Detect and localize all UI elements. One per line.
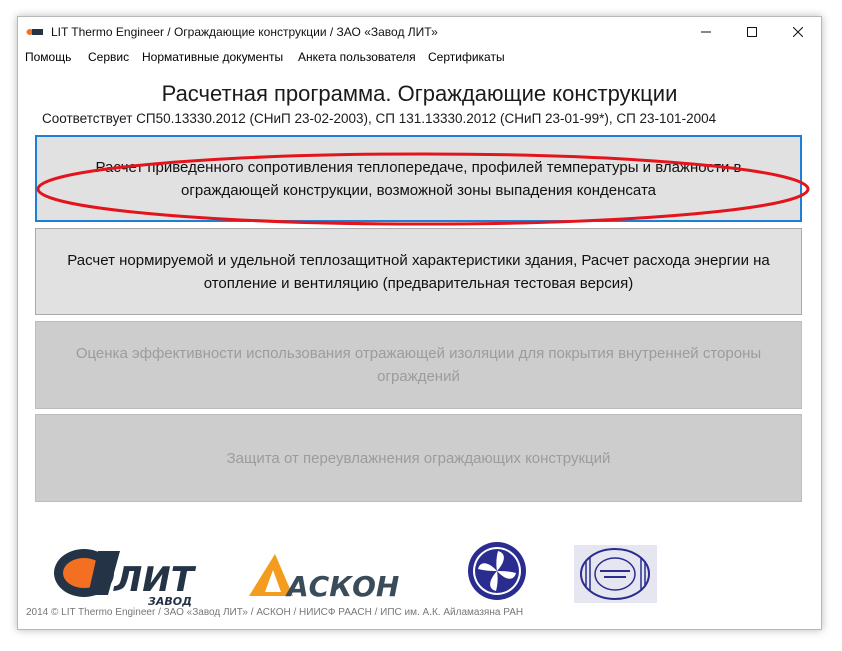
option-moisture-protection-button[interactable]: Защита от переувлажнения ограждающих кон… [35,414,802,502]
menu-user-survey[interactable]: Анкета пользователя [298,50,416,64]
option-label: Защита от переувлажнения ограждающих кон… [226,449,611,467]
close-icon [793,27,803,37]
page-title: Расчетная программа. Ограждающие констру… [161,81,678,106]
option-label: Оценка эффективности использования отраж… [75,345,762,385]
menu-bar: Помощь Сервис Нормативные документы Анке… [18,47,821,67]
title-bar[interactable]: LIT Thermo Engineer / Ограждающие констр… [18,17,821,47]
lit-logo-text: ЛИТ [113,560,197,600]
menu-certificates[interactable]: Сертификаты [428,50,505,64]
close-button[interactable] [775,17,821,47]
menu-service[interactable]: Сервис [88,50,129,64]
option-building-characteristics-button[interactable]: Расчет нормируемой и удельной теплозащит… [35,228,802,315]
window-title: LIT Thermo Engineer / Ограждающие констр… [51,25,438,39]
maximize-button[interactable] [729,17,775,47]
option-label: Расчет приведенного сопротивления теплоп… [95,158,742,199]
minimize-button[interactable] [683,17,729,47]
menu-help[interactable]: Помощь [25,50,71,64]
lit-logo: ЛИТ ЗАВОД [54,549,197,608]
minimize-icon [701,31,711,33]
menu-normative-docs[interactable]: Нормативные документы [142,50,283,64]
ascon-logo: АСКОН [249,554,399,600]
option-reflective-insulation-button[interactable]: Оценка эффективности использования отраж… [35,321,802,409]
option-thermal-resistance-button[interactable]: Расчет приведенного сопротивления теплоп… [35,135,802,222]
ascon-logo-text: АСКОН [285,570,399,600]
page-subtitle: Соответствует СП50.13330.2012 (СНиП 23-0… [42,111,717,126]
maximize-icon [747,27,757,37]
app-icon [26,29,43,35]
niisf-emblem-icon [468,542,526,600]
ips-emblem-icon [574,545,657,603]
copyright-footer: 2014 © LIT Thermo Engineer / ЗАО «Завод … [26,607,524,618]
app-window: LIT Thermo Engineer / Ограждающие констр… [17,16,822,630]
option-label: Расчет нормируемой и удельной теплозащит… [67,251,770,292]
